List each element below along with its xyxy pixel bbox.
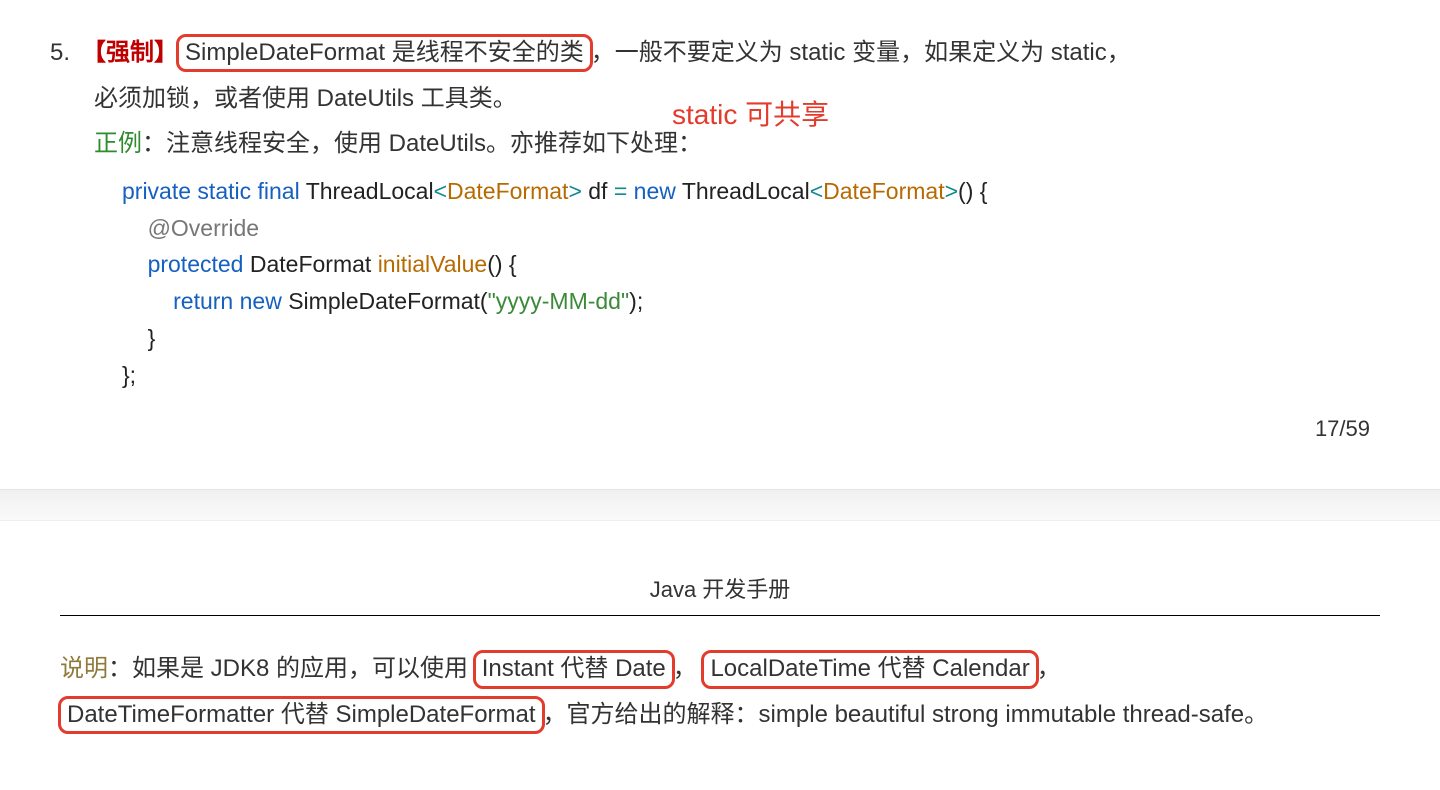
code-line: return new SimpleDateFormat("yyyy-MM-dd"…	[122, 283, 1400, 320]
item-content: 【强制】SimpleDateFormat 是线程不安全的类，一般不要定义为 st…	[82, 30, 1400, 394]
highlight-box: Instant 代替 Date	[473, 650, 675, 688]
note-text: ，	[1037, 655, 1061, 682]
example-tag-good: 正例	[94, 130, 142, 157]
page-number: 17/59	[20, 408, 1400, 450]
next-page: Java 开发手册 说明：如果是 JDK8 的应用，可以使用 Instant 代…	[0, 569, 1440, 777]
highlight-box: LocalDateTime 代替 Calendar	[701, 650, 1038, 688]
code-line: }	[122, 320, 1400, 357]
highlight-box: DateTimeFormatter 代替 SimpleDateFormat	[58, 696, 545, 734]
code-line: @Override	[122, 210, 1400, 247]
code-line: };	[122, 357, 1400, 394]
code-line: private static final ThreadLocal<DateFor…	[122, 173, 1400, 210]
note-paragraph: 说明：如果是 JDK8 的应用，可以使用 Instant 代替 Date， Lo…	[0, 636, 1440, 777]
section-heading: Java 开发手册	[0, 569, 1440, 611]
rule-tag-mandatory: 【强制】	[82, 39, 178, 66]
note-text: ，	[673, 655, 697, 682]
rule-text: ，一般不要定义为 static 变量，如果定义为 static，	[591, 39, 1131, 66]
note-text: ：如果是 JDK8 的应用，可以使用	[108, 655, 468, 682]
code-block: private static final ThreadLocal<DateFor…	[82, 173, 1400, 394]
code-line: protected DateFormat initialValue() {	[122, 246, 1400, 283]
example-text: ：注意线程安全，使用 DateUtils。亦推荐如下处理：	[142, 130, 702, 157]
heading-underline	[60, 615, 1380, 616]
list-item: 5. 【强制】SimpleDateFormat 是线程不安全的类，一般不要定义为…	[20, 30, 1400, 394]
handwritten-annotation: static 可共享	[672, 88, 829, 141]
note-text: ，官方给出的解释：simple beautiful strong immutab…	[543, 701, 1269, 728]
note-tag: 说明	[60, 655, 108, 682]
document-page: 5. 【强制】SimpleDateFormat 是线程不安全的类，一般不要定义为…	[0, 0, 1440, 489]
item-number: 5.	[20, 30, 82, 76]
highlight-box: SimpleDateFormat 是线程不安全的类	[176, 34, 593, 72]
page-divider	[0, 489, 1440, 521]
